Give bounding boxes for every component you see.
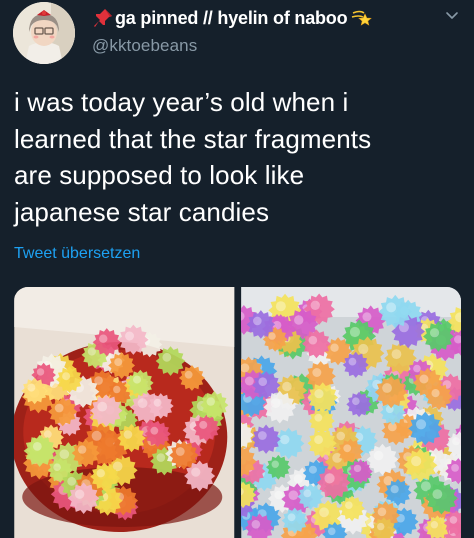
candy-highlight <box>43 430 52 439</box>
candy-highlight <box>353 464 361 473</box>
candy-highlight <box>412 364 421 373</box>
candy-highlight <box>323 473 335 484</box>
candy-highlight <box>273 490 283 500</box>
candy-highlight <box>377 507 386 517</box>
media-image-candy-pile[interactable] <box>240 287 461 538</box>
candy-highlight <box>275 301 286 312</box>
candy-highlight <box>327 527 336 536</box>
candy-highlight <box>430 521 438 529</box>
candy-highlight <box>288 490 298 500</box>
candy-highlight <box>451 437 460 446</box>
candy-highlight <box>54 403 64 413</box>
candy-highlight <box>53 463 61 471</box>
candy-highlight <box>91 430 102 441</box>
candy-highlight <box>97 401 108 412</box>
candy-highlight <box>184 370 193 379</box>
pushpin-icon <box>94 9 112 27</box>
candy-highlight <box>271 460 279 468</box>
candy-highlight <box>162 352 172 362</box>
candy-highlight <box>67 476 77 486</box>
candy-highlight <box>137 398 148 409</box>
candy-highlight <box>361 312 371 322</box>
candy-highlight <box>279 434 289 445</box>
tweet: ga pinned // hyelin of naboo @kktoebeans… <box>0 0 474 538</box>
candy-highlight <box>450 464 459 472</box>
candy-highlight <box>357 343 368 355</box>
candy-highlight <box>342 444 351 453</box>
candy-highlight <box>62 372 71 381</box>
candy-highlight <box>74 489 85 499</box>
candy-highlight <box>310 300 320 310</box>
candy-highlight <box>293 315 303 325</box>
candy-highlight <box>77 445 87 454</box>
candy-highlight <box>311 368 321 377</box>
candy-highlight <box>302 489 311 498</box>
candy-highlight <box>153 398 162 407</box>
candy-highlight <box>175 447 185 456</box>
tweet-media[interactable] <box>14 287 461 538</box>
candy-highlight <box>257 431 267 440</box>
candy-highlight <box>244 376 254 386</box>
candy-highlight <box>335 431 345 441</box>
candy-highlight <box>431 489 442 499</box>
candy-highlight <box>87 347 96 356</box>
candy-highlight <box>329 343 339 352</box>
candy-highlight <box>125 331 135 341</box>
candy-highlight <box>385 302 396 313</box>
candy-highlight <box>281 381 292 392</box>
display-name: ga pinned // hyelin of naboo <box>115 7 348 28</box>
candy-highlight <box>293 474 303 484</box>
candy-highlight <box>123 430 133 439</box>
candy-highlight <box>59 449 70 459</box>
candy-highlight <box>376 522 384 531</box>
candy-highlight <box>415 419 426 430</box>
candy-highlight <box>308 335 317 345</box>
candy-highlight <box>252 316 262 326</box>
tweet-text: i was today year’s old when i learned th… <box>14 87 372 227</box>
candy-highlight <box>430 389 440 398</box>
chevron-down-icon[interactable] <box>444 10 460 22</box>
user-handle[interactable]: @kktoebeans <box>92 36 197 56</box>
candy-highlight <box>391 349 401 359</box>
candy-highlight <box>381 383 392 393</box>
candy-highlight <box>410 456 421 467</box>
candy-highlight <box>287 513 295 522</box>
candy-highlight <box>344 501 353 509</box>
translate-tweet-link[interactable]: Tweet übersetzen <box>14 245 140 263</box>
candy-highlight <box>429 328 439 338</box>
candy-highlight <box>267 332 276 340</box>
display-name-row[interactable]: ga pinned // hyelin of naboo <box>92 7 373 29</box>
candy-highlight <box>270 398 281 408</box>
candy-highlight <box>96 469 105 478</box>
candy-highlight <box>114 358 123 367</box>
candy-highlight <box>418 374 428 384</box>
candy-highlight <box>318 507 329 518</box>
shooting-star-icon <box>352 10 373 26</box>
candy-highlight <box>32 442 42 451</box>
candy-highlight <box>27 383 36 392</box>
candy-highlight <box>156 453 166 462</box>
candy-highlight <box>313 435 323 445</box>
candy-highlight <box>257 377 267 386</box>
candy-highlight <box>199 420 208 429</box>
candy-highlight <box>449 516 457 524</box>
candy-highlight <box>390 485 399 494</box>
candy-highlight <box>351 397 360 405</box>
candy-highlight <box>349 326 360 338</box>
candy-highlight <box>150 426 159 435</box>
candy-highlight <box>348 357 356 366</box>
candy-highlight <box>36 368 45 376</box>
candy-highlight <box>113 385 121 394</box>
candy-highlight <box>133 375 142 384</box>
media-image-candy-bowl[interactable] <box>14 287 235 538</box>
candy-highlight <box>206 397 215 406</box>
candy-highlight <box>373 450 383 461</box>
candy-highlight <box>313 413 322 422</box>
candy-highlight <box>191 467 201 477</box>
candy-highlight <box>99 334 108 343</box>
candy-highlight <box>251 520 260 529</box>
candy-highlight <box>308 465 317 474</box>
avatar[interactable] <box>13 2 75 64</box>
candy-highlight <box>313 389 324 399</box>
